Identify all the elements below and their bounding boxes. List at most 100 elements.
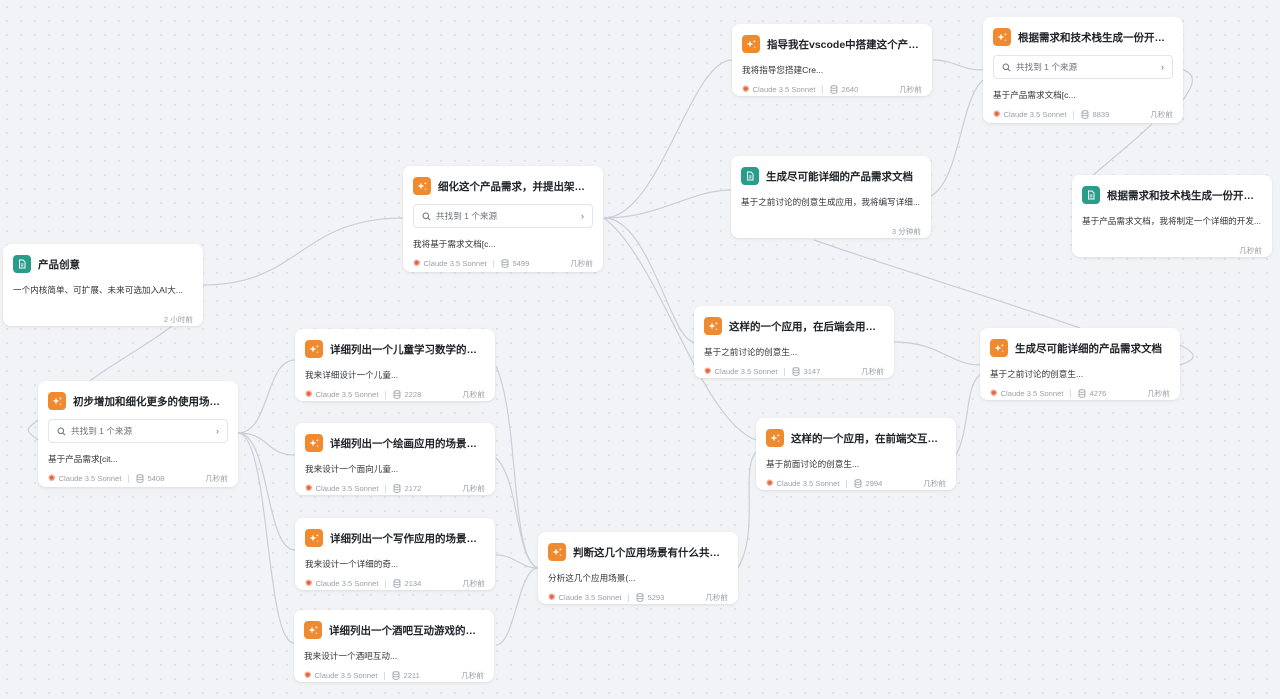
sources-label: 共找到 1 个来源 — [71, 426, 133, 436]
node-usage-scenarios[interactable]: 初步增加和细化更多的使用场景，... 共找到 1 个来源 › 基于产品需求[ci… — [38, 381, 238, 487]
database-icon — [637, 593, 644, 602]
token-count: 5499 — [512, 259, 530, 268]
node-title: 根据需求和技术栈生成一份开发计... — [1107, 189, 1262, 202]
node-timestamp: 几秒前 — [899, 85, 922, 94]
database-icon — [394, 484, 401, 493]
node-timestamp: 2 小时前 — [163, 315, 193, 324]
node-timestamp: 几秒前 — [462, 579, 485, 588]
node-dev-plan-document[interactable]: 根据需求和技术栈生成一份开发计... 基于产品需求文档，我将制定一个详细的开发.… — [1072, 175, 1272, 257]
sources-label: 共找到 1 个来源 — [1016, 62, 1078, 72]
token-count: 2228 — [404, 390, 422, 399]
node-title: 详细列出一个儿童学习数学的应用... — [330, 343, 485, 356]
sparkle-icon — [48, 392, 66, 410]
node-title: 指导我在vscode中搭建这个产品的... — [767, 38, 922, 51]
node-preview: 我来详细设计一个儿童... — [305, 370, 399, 380]
database-icon — [394, 390, 401, 399]
node-timestamp: 几秒前 — [923, 479, 946, 488]
node-drawing-app[interactable]: 详细列出一个绘画应用的场景使用... 我来设计一个面向儿童... ✺ Claude… — [295, 423, 495, 495]
node-timestamp: 几秒前 — [861, 367, 884, 376]
node-timestamp: 几秒前 — [461, 671, 484, 680]
node-vscode-setup[interactable]: 指导我在vscode中搭建这个产品的... 我将指导您搭建Cre... ✺ Cla… — [732, 24, 932, 96]
node-timestamp: 几秒前 — [570, 259, 593, 268]
database-icon — [855, 479, 862, 488]
model-name: Claude 3.5 Sonnet — [1000, 389, 1064, 398]
node-preview: 我将基于需求文档[c... — [413, 239, 496, 249]
node-title: 详细列出一个酒吧互动游戏的规则... — [329, 624, 484, 637]
node-prd-detailed[interactable]: 生成尽可能详细的产品需求文档 基于之前讨论的创意生... ✺ Claude 3.5… — [980, 328, 1180, 400]
node-frontend-interaction[interactable]: 这样的一个应用，在前端交互上适... 基于前面讨论的创意生... ✺ Claude… — [756, 418, 956, 490]
sources-found-dropdown[interactable]: 共找到 1 个来源 › — [993, 55, 1173, 79]
database-icon — [793, 367, 800, 376]
node-preview: 基于之前讨论的创意生成应用，我将编写详细... — [741, 197, 921, 207]
node-preview: 基于产品需求[cit... — [48, 454, 118, 464]
sparkle-icon — [704, 317, 722, 335]
claude-logo-icon: ✺ — [305, 483, 313, 493]
document-icon — [741, 167, 759, 185]
database-icon — [502, 259, 509, 268]
sources-found-dropdown[interactable]: 共找到 1 个来源 › — [413, 204, 593, 228]
node-product-idea[interactable]: 产品创意 一个内核简单、可扩展、未来可选加入AI大... 2 小时前 — [3, 244, 203, 326]
node-preview: 基于产品需求文档，我将制定一个详细的开发... — [1082, 216, 1262, 226]
node-timestamp: 几秒前 — [1150, 110, 1173, 119]
node-timestamp: 几秒前 — [462, 390, 485, 399]
sparkle-icon — [304, 621, 322, 639]
claude-logo-icon: ✺ — [305, 578, 313, 588]
token-count: 8839 — [1092, 110, 1110, 119]
token-count: 4276 — [1089, 389, 1107, 398]
node-prd-document[interactable]: 生成尽可能详细的产品需求文档 基于之前讨论的创意生成应用，我将编写详细... 3… — [731, 156, 931, 238]
claude-logo-icon: ✺ — [48, 473, 56, 483]
sparkle-icon — [305, 529, 323, 547]
sources-found-dropdown[interactable]: 共找到 1 个来源 › — [48, 419, 228, 443]
claude-logo-icon: ✺ — [413, 258, 421, 268]
sparkle-icon — [305, 434, 323, 452]
node-timestamp: 几秒前 — [1239, 246, 1262, 255]
node-common-points[interactable]: 判断这几个应用场景有什么共同点... 分析这几个应用场景(... ✺ Claude… — [538, 532, 738, 604]
model-name: Claude 3.5 Sonnet — [315, 484, 379, 493]
sparkle-icon — [766, 429, 784, 447]
model-name: Claude 3.5 Sonnet — [752, 85, 816, 94]
sources-label: 共找到 1 个来源 — [436, 211, 498, 221]
database-icon — [137, 474, 144, 483]
token-count: 2640 — [841, 85, 859, 94]
node-title: 初步增加和细化更多的使用场景，... — [73, 395, 228, 408]
model-name: Claude 3.5 Sonnet — [714, 367, 778, 376]
claude-logo-icon: ✺ — [990, 388, 998, 398]
token-count: 2211 — [403, 671, 420, 680]
node-bar-game[interactable]: 详细列出一个酒吧互动游戏的规则... 我来设计一个酒吧互动... ✺ Claude… — [294, 610, 494, 682]
node-preview: 我来设计一个面向儿童... — [305, 464, 399, 474]
node-preview: 分析这几个应用场景(... — [548, 573, 636, 583]
database-icon — [1079, 389, 1086, 398]
model-name: Claude 3.5 Sonnet — [315, 579, 379, 588]
claude-logo-icon: ✺ — [305, 389, 313, 399]
node-title: 详细列出一个绘画应用的场景使用... — [330, 437, 485, 450]
node-kids-math-app[interactable]: 详细列出一个儿童学习数学的应用... 我来详细设计一个儿童... ✺ Claude… — [295, 329, 495, 401]
node-refine-requirements[interactable]: 细化这个产品需求，并提出架构建... 共找到 1 个来源 › 我将基于需求文档[… — [403, 166, 603, 272]
claude-logo-icon: ✺ — [742, 84, 750, 94]
sparkle-icon — [413, 177, 431, 195]
node-writing-app[interactable]: 详细列出一个写作应用的场景使用... 我来设计一个详细的奇... ✺ Claude… — [295, 518, 495, 590]
database-icon — [393, 671, 400, 680]
node-title: 产品创意 — [38, 258, 80, 271]
chevron-right-icon: › — [581, 211, 584, 221]
model-name: Claude 3.5 Sonnet — [558, 593, 622, 602]
sparkle-icon — [993, 28, 1011, 46]
node-title: 判断这几个应用场景有什么共同点... — [573, 546, 728, 559]
model-name: Claude 3.5 Sonnet — [776, 479, 840, 488]
sparkle-icon — [990, 339, 1008, 357]
claude-logo-icon: ✺ — [993, 109, 1001, 119]
node-timestamp: 几秒前 — [705, 593, 728, 602]
database-icon — [394, 579, 401, 588]
node-title: 生成尽可能详细的产品需求文档 — [1015, 342, 1162, 355]
node-timestamp: 几秒前 — [462, 484, 485, 493]
node-preview: 基于产品需求文档[c... — [993, 90, 1076, 100]
node-timestamp: 几秒前 — [205, 474, 228, 483]
node-timestamp: 几秒前 — [1147, 389, 1170, 398]
token-count: 2172 — [404, 484, 422, 493]
model-name: Claude 3.5 Sonnet — [1003, 110, 1067, 119]
model-name: Claude 3.5 Sonnet — [315, 390, 379, 399]
node-timestamp: 3 分钟前 — [891, 227, 921, 236]
node-dev-plan[interactable]: 根据需求和技术栈生成一份开发计... 共找到 1 个来源 › 基于产品需求文档[… — [983, 17, 1183, 123]
claude-logo-icon: ✺ — [704, 366, 712, 376]
chevron-right-icon: › — [1161, 62, 1164, 72]
node-backend-stack[interactable]: 这样的一个应用，在后端会用到哪... 基于之前讨论的创意生... ✺ Claude… — [694, 306, 894, 378]
